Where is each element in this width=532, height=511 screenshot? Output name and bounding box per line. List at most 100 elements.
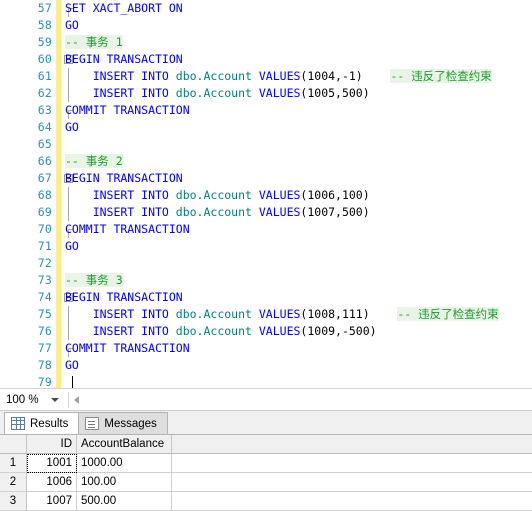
- code-line[interactable]: 78 GO: [0, 357, 532, 374]
- table-row[interactable]: 1 1001 1000.00: [0, 454, 532, 473]
- column-header-accountbalance[interactable]: AccountBalance: [77, 435, 172, 454]
- code-line[interactable]: 65: [0, 136, 532, 153]
- changed-line-indicator: [56, 289, 61, 306]
- editor-status-bar: 100 %: [0, 388, 532, 410]
- code-token: (1008,111): [300, 307, 370, 321]
- table-row[interactable]: 2 1006 100.00: [0, 473, 532, 492]
- code-line[interactable]: 75 INSERT INTO dbo.Account VALUES(1008,1…: [0, 306, 532, 323]
- code-line[interactable]: 58 GO: [0, 17, 532, 34]
- code-text: INSERT INTO dbo.Account VALUES(1007,500): [65, 204, 370, 221]
- code-text: BEGIN TRANSACTION: [65, 289, 183, 306]
- code-token: COMMIT TRANSACTION: [65, 222, 190, 236]
- cell-accountbalance[interactable]: 500.00: [77, 492, 172, 511]
- zoom-level-combobox[interactable]: 100 %: [0, 390, 66, 410]
- code-token: dbo.Account: [175, 324, 252, 338]
- code-line[interactable]: 61 INSERT INTO dbo.Account VALUES(1004,-…: [0, 68, 532, 85]
- code-token: BEGIN TRANSACTION: [65, 290, 183, 304]
- code-text: -- 事务 2: [65, 153, 123, 170]
- changed-line-indicator: [56, 17, 61, 34]
- code-text: SET XACT_ABORT ON: [65, 0, 183, 17]
- code-token: VALUES: [251, 307, 301, 321]
- row-number-cell[interactable]: 3: [0, 492, 27, 511]
- code-line[interactable]: 59 -- 事务 1: [0, 34, 532, 51]
- code-text: INSERT INTO dbo.Account VALUES(1009,-500…: [65, 323, 377, 340]
- code-line[interactable]: 73 -- 事务 3: [0, 272, 532, 289]
- code-token: (1009,-500): [300, 324, 377, 338]
- line-number: 59: [37, 35, 52, 49]
- code-token: INSERT INTO: [65, 86, 176, 100]
- changed-line-indicator: [56, 187, 61, 204]
- cell-accountbalance[interactable]: 1000.00: [77, 454, 172, 473]
- code-line[interactable]: 77 COMMIT TRANSACTION: [0, 340, 532, 357]
- code-text: INSERT INTO dbo.Account VALUES(1005,500): [65, 85, 370, 102]
- code-token: VALUES: [251, 205, 301, 219]
- changed-line-indicator: [56, 34, 61, 51]
- tab-results[interactable]: Results: [4, 412, 80, 434]
- code-token: -- 违反了检查约束: [397, 307, 499, 321]
- line-number: 65: [37, 137, 52, 151]
- changed-line-indicator: [56, 204, 61, 221]
- row-number-cell[interactable]: 1: [0, 454, 27, 473]
- code-line[interactable]: 76 INSERT INTO dbo.Account VALUES(1009,-…: [0, 323, 532, 340]
- code-line[interactable]: 70 COMMIT TRANSACTION: [0, 221, 532, 238]
- results-grid[interactable]: ID AccountBalance 1 1001 1000.00 2 1006 100.00 3…: [0, 435, 532, 511]
- code-token: GO: [65, 18, 79, 32]
- changed-line-indicator: [56, 357, 61, 374]
- cell-accountbalance[interactable]: 100.00: [77, 473, 172, 492]
- line-number: 70: [37, 222, 52, 236]
- code-token: BEGIN TRANSACTION: [65, 52, 183, 66]
- line-number: 75: [37, 307, 52, 321]
- line-number: 73: [37, 273, 52, 287]
- changed-line-indicator: [56, 323, 61, 340]
- code-text: GO: [65, 17, 79, 34]
- chevron-down-icon[interactable]: [51, 397, 59, 402]
- cell-id[interactable]: 1001: [27, 454, 77, 473]
- code-line[interactable]: 79: [0, 374, 532, 388]
- code-token: dbo.Account: [175, 86, 252, 100]
- code-line[interactable]: 66 -- 事务 2: [0, 153, 532, 170]
- line-number: 77: [37, 341, 52, 355]
- sql-code-editor[interactable]: 57 SET XACT_ABORT ON 58 GO 59 -- 事务 1 60 BEGIN …: [0, 0, 532, 388]
- code-text: INSERT INTO dbo.Account VALUES(1006,100): [65, 187, 370, 204]
- code-text: COMMIT TRANSACTION: [65, 102, 190, 119]
- code-line[interactable]: 63 COMMIT TRANSACTION: [0, 102, 532, 119]
- code-token: (1004,-1): [300, 69, 363, 83]
- column-header-id[interactable]: ID: [27, 435, 77, 454]
- code-token: INSERT INTO: [65, 205, 176, 219]
- code-line[interactable]: 72: [0, 255, 532, 272]
- horizontal-scrollbar-track[interactable]: [79, 389, 532, 411]
- table-row[interactable]: 3 1007 500.00: [0, 492, 532, 511]
- grid-corner-cell[interactable]: [0, 435, 27, 454]
- code-text: GO: [65, 119, 79, 136]
- code-line[interactable]: 68 INSERT INTO dbo.Account VALUES(1006,1…: [0, 187, 532, 204]
- code-line[interactable]: 71 GO: [0, 238, 532, 255]
- code-token: VALUES: [251, 69, 301, 83]
- code-token: SET XACT_ABORT ON: [65, 1, 183, 15]
- code-token: dbo.Account: [175, 69, 252, 83]
- code-text: -- 事务 3: [65, 272, 123, 289]
- code-line[interactable]: 64 GO: [0, 119, 532, 136]
- code-line[interactable]: 69 INSERT INTO dbo.Account VALUES(1007,5…: [0, 204, 532, 221]
- code-token: COMMIT TRANSACTION: [65, 341, 190, 355]
- tab-messages[interactable]: Messages: [78, 412, 168, 434]
- cell-id[interactable]: 1007: [27, 492, 77, 511]
- grid-row-filler: [172, 454, 532, 473]
- results-tabstrip: Results Messages: [0, 411, 532, 435]
- code-text: BEGIN TRANSACTION: [65, 170, 183, 187]
- code-line[interactable]: 60 BEGIN TRANSACTION: [0, 51, 532, 68]
- row-number-cell[interactable]: 2: [0, 473, 27, 492]
- text-caret: [72, 376, 73, 388]
- cell-id[interactable]: 1006: [27, 473, 77, 492]
- code-line[interactable]: 74 BEGIN TRANSACTION: [0, 289, 532, 306]
- changed-line-indicator: [56, 85, 61, 102]
- code-line[interactable]: 67 BEGIN TRANSACTION: [0, 170, 532, 187]
- results-pane: Results Messages ID AccountBalance 1 1001 10…: [0, 410, 532, 511]
- changed-line-indicator: [56, 153, 61, 170]
- code-line[interactable]: 57 SET XACT_ABORT ON: [0, 0, 532, 17]
- code-line[interactable]: 62 INSERT INTO dbo.Account VALUES(1005,5…: [0, 85, 532, 102]
- tab-messages-label: Messages: [104, 417, 157, 430]
- line-number: 79: [37, 375, 52, 388]
- tab-results-label: Results: [30, 417, 69, 430]
- grid-icon: [11, 417, 25, 430]
